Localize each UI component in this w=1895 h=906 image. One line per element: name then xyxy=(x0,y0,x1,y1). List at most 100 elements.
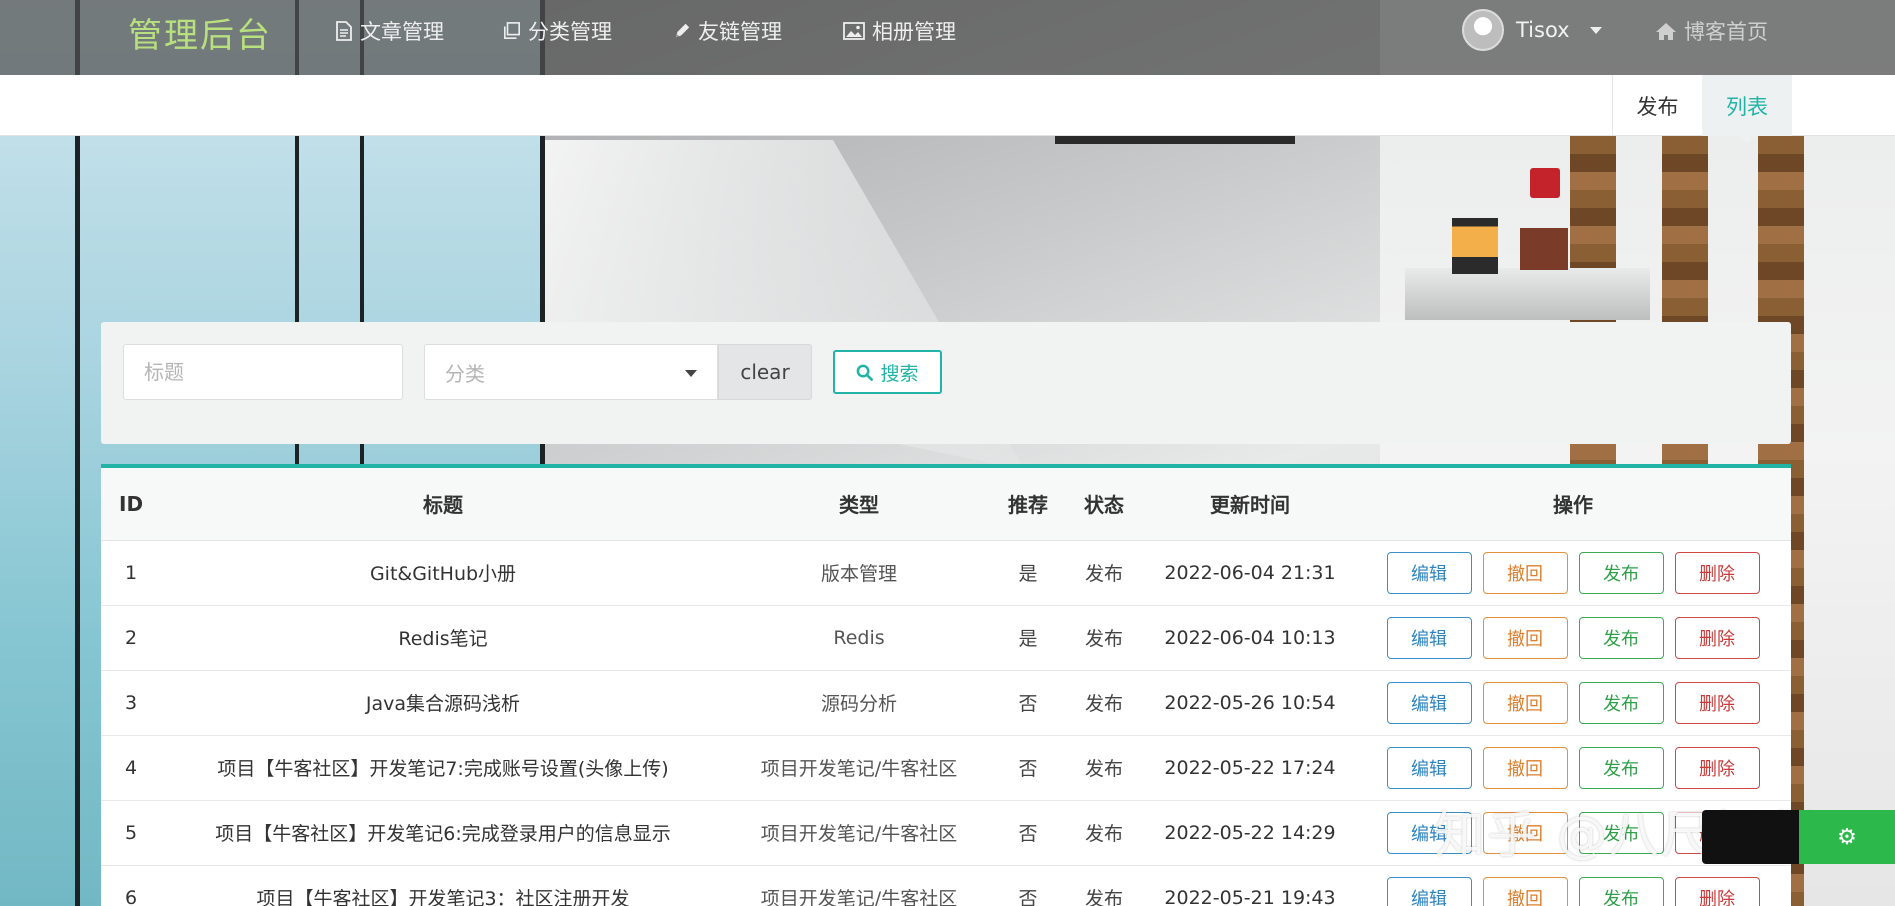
flower xyxy=(1530,168,1560,198)
edit-button[interactable]: 编辑 xyxy=(1386,551,1472,594)
blog-home-label: 博客首页 xyxy=(1684,20,1768,44)
user-menu[interactable]: Tisox xyxy=(1462,8,1602,52)
clear-button[interactable]: clear xyxy=(718,344,812,400)
cell-id: 1 xyxy=(101,540,161,606)
edit-button[interactable]: 编辑 xyxy=(1386,616,1472,659)
delete-button[interactable]: 删除 xyxy=(1674,616,1760,659)
table-row: 4 项目【牛客社区】开发笔记7:完成账号设置(头像上传) 项目开发笔记/牛客社区否发… xyxy=(101,735,1791,801)
column-header-category[interactable]: 类型 xyxy=(725,468,993,541)
cell-recommend: 是 xyxy=(993,540,1063,606)
cell-updated: 2022-06-04 21:31 xyxy=(1145,540,1355,606)
revoke-button[interactable]: 撤回 xyxy=(1482,616,1568,659)
column-header-updated[interactable]: 更新时间 xyxy=(1145,468,1355,541)
lantern xyxy=(1452,218,1498,274)
cell-id: 3 xyxy=(101,670,161,736)
cell-status: 发布 xyxy=(1063,800,1145,866)
cell-updated: 2022-05-22 14:29 xyxy=(1145,800,1355,866)
cell-title: 项目【牛客社区】开发笔记6:完成登录用户的信息显示 xyxy=(161,800,725,866)
avatar xyxy=(1462,9,1504,51)
row-actions: 编辑撤回发布删除 xyxy=(1355,746,1791,789)
search-icon xyxy=(857,364,874,381)
delete-button[interactable]: 删除 xyxy=(1674,681,1760,724)
chevron-down-icon xyxy=(685,370,697,377)
delete-button[interactable]: 删除 xyxy=(1674,551,1760,594)
search-button[interactable]: 搜索 xyxy=(833,350,942,394)
cell-recommend: 是 xyxy=(993,605,1063,671)
file-icon xyxy=(336,21,352,41)
edit-button[interactable]: 编辑 xyxy=(1386,876,1472,906)
column-header-id[interactable]: ID xyxy=(101,468,161,541)
cell-title: Redis笔记 xyxy=(161,605,725,671)
nav-item-categories[interactable]: 分类管理 xyxy=(503,18,612,44)
title-search-input[interactable] xyxy=(123,344,403,400)
cell-id: 4 xyxy=(101,735,161,801)
copy-icon xyxy=(503,22,521,40)
blog-home-link[interactable]: 博客首页 xyxy=(1655,17,1768,45)
cell-status: 发布 xyxy=(1063,670,1145,736)
publish-button[interactable]: 发布 xyxy=(1578,616,1664,659)
delete-button[interactable]: 删除 xyxy=(1674,746,1760,789)
cell-status: 发布 xyxy=(1063,865,1145,906)
column-header-recommend[interactable]: 推荐 xyxy=(993,468,1063,541)
flower-pot xyxy=(1520,228,1568,270)
row-actions: 编辑撤回发布删除 xyxy=(1355,616,1791,659)
gear-icon: ⚙ xyxy=(1837,824,1857,850)
edit-button[interactable]: 编辑 xyxy=(1386,746,1472,789)
cell-updated: 2022-05-26 10:54 xyxy=(1145,670,1355,736)
table-row: 6 项目【牛客社区】开发笔记3：社区注册开发 项目开发笔记/牛客社区否发布 2022-… xyxy=(101,865,1791,906)
cell-status: 发布 xyxy=(1063,540,1145,606)
cell-recommend: 否 xyxy=(993,865,1063,906)
cell-recommend: 否 xyxy=(993,800,1063,866)
column-header-title[interactable]: 标题 xyxy=(161,468,725,541)
tab-publish[interactable]: 发布 xyxy=(1612,75,1702,136)
tab-list[interactable]: 列表 xyxy=(1702,75,1792,144)
table-row: 1 Git&GitHub小册 版本管理是发布 2022-06-04 21:31 编辑 撤回… xyxy=(101,540,1791,606)
cell-updated: 2022-05-21 19:43 xyxy=(1145,865,1355,906)
cell-actions: 编辑撤回发布删除 xyxy=(1355,735,1791,801)
cell-id: 5 xyxy=(101,800,161,866)
edit-button[interactable]: 编辑 xyxy=(1386,681,1472,724)
pencil-icon xyxy=(675,23,690,38)
revoke-button[interactable]: 撤回 xyxy=(1482,681,1568,724)
cell-id: 6 xyxy=(101,865,161,906)
floating-panel[interactable] xyxy=(1702,810,1799,864)
table-header-row: ID 标题 类型 推荐 状态 更新时间 操作 xyxy=(101,468,1791,541)
cell-category: Redis xyxy=(725,605,993,671)
column-header-actions: 操作 xyxy=(1355,468,1791,541)
nav-item-albums[interactable]: 相册管理 xyxy=(843,18,956,44)
category-select-placeholder: 分类 xyxy=(445,361,485,386)
shelf xyxy=(1405,268,1650,320)
image-icon xyxy=(843,22,865,40)
row-actions: 编辑撤回发布删除 xyxy=(1355,876,1791,906)
cell-updated: 2022-05-22 17:24 xyxy=(1145,735,1355,801)
nav-item-label: 文章管理 xyxy=(360,20,444,44)
cell-title: Java集合源码浅析 xyxy=(161,670,725,736)
settings-float-button[interactable]: ⚙ xyxy=(1799,810,1895,864)
cell-actions: 编辑撤回发布删除 xyxy=(1355,865,1791,906)
table-row: 2 Redis笔记 Redis 是发布 2022-06-04 10:13 编辑 撤回 发布 删除 xyxy=(101,605,1791,671)
publish-button[interactable]: 发布 xyxy=(1578,876,1664,906)
nav-item-articles[interactable]: 文章管理 xyxy=(335,18,444,44)
search-button-label: 搜索 xyxy=(880,362,919,385)
revoke-button[interactable]: 撤回 xyxy=(1482,551,1568,594)
cell-actions: 编辑撤回发布删除 xyxy=(1355,540,1791,606)
delete-button[interactable]: 删除 xyxy=(1674,876,1760,906)
cell-status: 发布 xyxy=(1063,605,1145,671)
revoke-button[interactable]: 撤回 xyxy=(1482,876,1568,906)
cell-title: 项目【牛客社区】开发笔记3：社区注册开发 xyxy=(161,865,725,906)
cell-updated: 2022-06-04 10:13 xyxy=(1145,605,1355,671)
cell-actions: 编辑撤回发布删除 xyxy=(1355,605,1791,671)
chevron-down-icon xyxy=(1589,26,1602,34)
cell-category: 项目开发笔记/牛客社区 xyxy=(725,865,993,906)
column-header-status[interactable]: 状态 xyxy=(1063,468,1145,541)
revoke-button[interactable]: 撤回 xyxy=(1482,746,1568,789)
publish-button[interactable]: 发布 xyxy=(1578,746,1664,789)
brand-title[interactable]: 管理后台 xyxy=(128,8,272,57)
table-row: 3 Java集合源码浅析 源码分析否发布 2022-05-26 10:54 编辑 撤回 发布… xyxy=(101,670,1791,736)
publish-button[interactable]: 发布 xyxy=(1578,551,1664,594)
category-select[interactable]: 分类 xyxy=(424,344,718,400)
nav-item-links[interactable]: 友链管理 xyxy=(673,18,782,44)
publish-button[interactable]: 发布 xyxy=(1578,681,1664,724)
cell-category: 源码分析 xyxy=(725,670,993,736)
cell-id: 2 xyxy=(101,605,161,671)
